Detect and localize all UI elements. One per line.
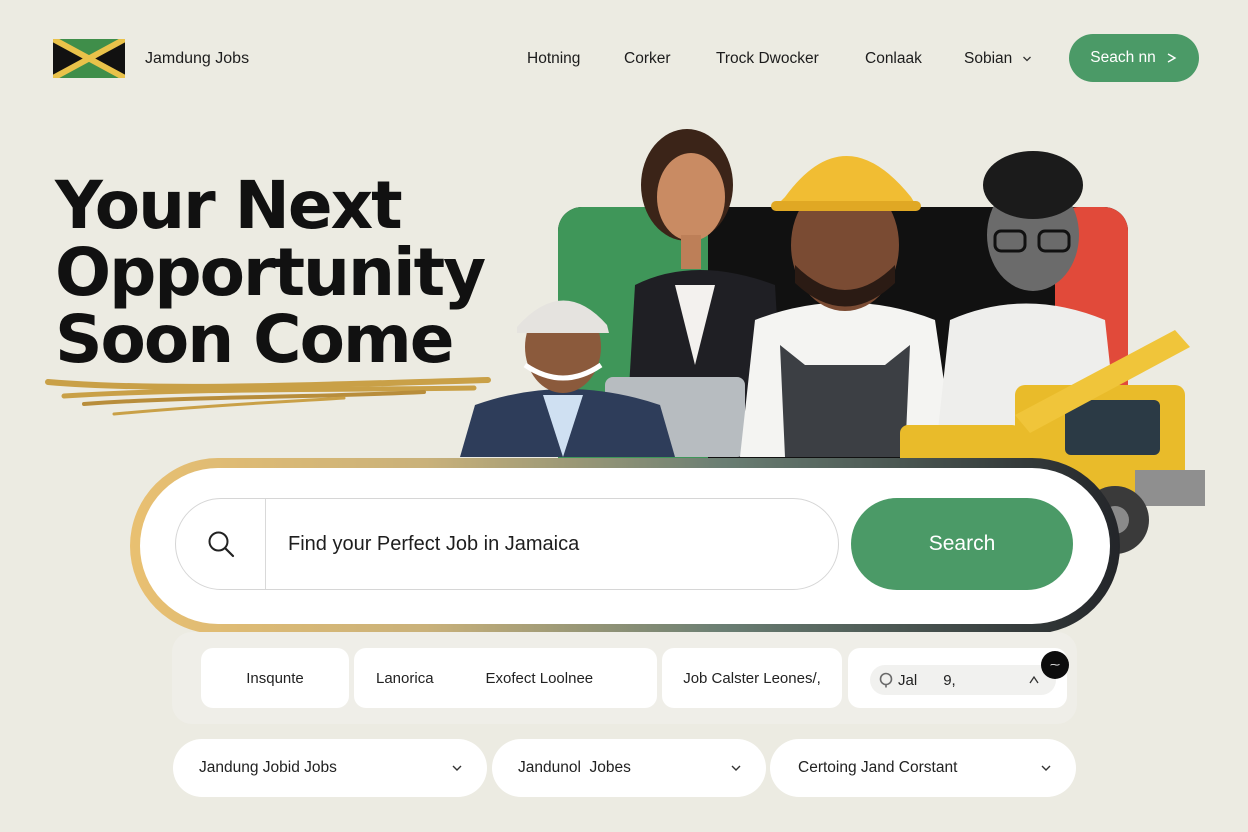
gold-brush-underline bbox=[45, 377, 491, 416]
search-bar-container: Find your Perfect Job in Jamaica Search bbox=[130, 458, 1120, 634]
location-extra: 9, bbox=[943, 671, 956, 689]
search-button[interactable]: Search bbox=[851, 498, 1073, 590]
search-bar-inner: Find your Perfect Job in Jamaica Search bbox=[140, 468, 1110, 624]
dropdown-1-label: Jandung Jobid Jobs bbox=[199, 759, 337, 776]
headline-line-1: Your Next bbox=[55, 167, 403, 244]
search-icon bbox=[208, 531, 234, 558]
filter-chip-lanorica[interactable]: Lanorica Exofect Loolnee bbox=[354, 648, 657, 708]
location-clear-icon[interactable]: ⁓ bbox=[1041, 651, 1069, 679]
filter-chip-job-calster[interactable]: Job Calster Leones/, bbox=[662, 648, 842, 708]
nav-item-conlaak[interactable]: Conlaak bbox=[865, 50, 922, 68]
location-filter-chip: Jal 9, bbox=[848, 648, 1067, 708]
top-nav: Hotning Corker Trock Dwocker Conlaak Sob… bbox=[0, 0, 1248, 120]
location-value: Jal bbox=[898, 671, 918, 689]
search-placeholder: Find your Perfect Job in Jamaica bbox=[288, 532, 580, 555]
dropdown-certoing-jand-corstant[interactable]: Certoing Jand Corstant bbox=[770, 739, 1076, 797]
location-input[interactable]: Jal 9, bbox=[870, 665, 1056, 695]
chevron-down-icon bbox=[1041, 765, 1051, 771]
dropdown-3-label: Certoing Jand Corstant bbox=[798, 759, 958, 776]
location-pin-icon bbox=[879, 672, 893, 688]
header-search-button[interactable]: Seach nn bbox=[1069, 34, 1199, 82]
chevron-right-icon bbox=[1167, 53, 1177, 63]
nav-item-sobian-dropdown[interactable]: Sobian bbox=[964, 50, 1032, 68]
nav-item-trock-dwocker[interactable]: Trock Dwocker bbox=[716, 50, 819, 68]
headline-line-2: Opportunity bbox=[55, 234, 486, 311]
chevron-down-icon bbox=[731, 765, 741, 771]
dropdown-2-label: Jandunol Jobes bbox=[518, 759, 631, 776]
chevron-down-icon bbox=[1023, 56, 1032, 62]
dropdown-jandung-jobid-jobs[interactable]: Jandung Jobid Jobs bbox=[173, 739, 487, 797]
hero-headline: Your Next Opportunity Soon Come bbox=[55, 167, 486, 378]
dropdown-jandunol-jobes[interactable]: Jandunol Jobes bbox=[492, 739, 766, 797]
filter-chip-lanorica-label: Lanorica bbox=[376, 669, 434, 687]
filter-chip-insqunte[interactable]: Insqunte bbox=[201, 648, 349, 708]
chevron-down-icon bbox=[452, 765, 462, 771]
search-icon-container bbox=[176, 499, 266, 589]
nav-item-corker[interactable]: Corker bbox=[624, 50, 671, 68]
filter-chip-exofect-label: Exofect Loolnee bbox=[485, 669, 594, 687]
chevron-up-icon[interactable] bbox=[1028, 674, 1040, 686]
job-search-input[interactable]: Find your Perfect Job in Jamaica bbox=[175, 498, 839, 590]
nav-item-hotning[interactable]: Hotning bbox=[527, 50, 580, 68]
nav-item-sobian-label: Sobian bbox=[964, 50, 1013, 67]
header-search-label: Seach nn bbox=[1090, 49, 1156, 66]
headline-line-3: Soon Come bbox=[55, 301, 455, 378]
